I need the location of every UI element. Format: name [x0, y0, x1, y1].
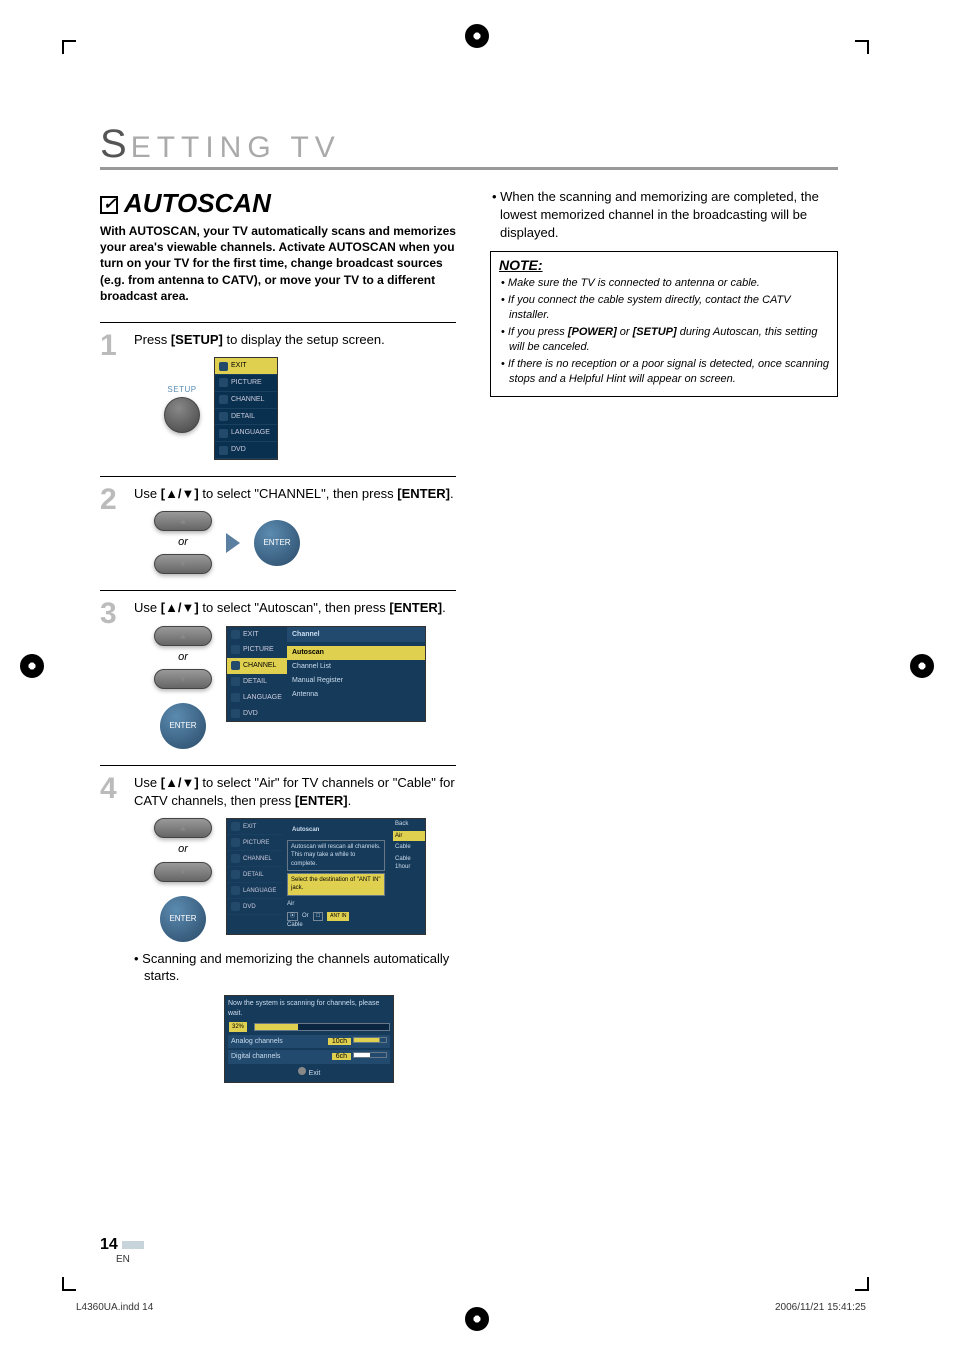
osd-menu-item-channel: CHANNEL	[215, 392, 277, 409]
step-number: 1	[100, 331, 124, 361]
registration-mark	[910, 654, 934, 678]
down-button-icon	[154, 862, 212, 882]
down-button-icon	[154, 669, 212, 689]
setup-label: SETUP	[167, 384, 196, 395]
setup-button-graphic: SETUP	[164, 384, 200, 433]
autoscan-heading: AUTOSCAN	[100, 188, 456, 219]
page-number: 14 EN	[100, 1236, 144, 1265]
step-number: 2	[100, 485, 124, 515]
osd-menu-item-dvd: DVD	[215, 442, 277, 459]
enter-button-icon: ENTER	[160, 703, 206, 749]
osd-item-channel-list: Channel List	[287, 660, 425, 674]
osd-menu-item-language: LANGUAGE	[215, 425, 277, 442]
section-title-initial: S	[100, 122, 133, 167]
osd-channel-menu: EXIT PICTURE CHANNEL DETAIL LANGUAGE DVD…	[226, 626, 426, 723]
osd-autoscan-msg2: Select the destination of "ANT IN" jack.	[287, 873, 385, 896]
registration-mark	[20, 654, 44, 678]
analog-channels-row: Analog channels 10ch	[228, 1035, 390, 1049]
or-label: or	[178, 842, 188, 857]
footer-timestamp: 2006/11/21 15:41:25	[775, 1302, 866, 1313]
step-body: Press [SETUP] to display the setup scree…	[134, 331, 456, 460]
progress-percent: 32%	[229, 1022, 247, 1032]
note-item: If there is no reception or a poor signa…	[509, 357, 829, 387]
enter-button-icon: ENTER	[160, 896, 206, 942]
osd-menu-item-exit: EXIT	[215, 358, 277, 375]
osd-opt-air: Air	[393, 831, 425, 841]
note-item: If you press [POWER] or [SETUP] during A…	[509, 325, 829, 355]
note-item: If you connect the cable system directly…	[509, 293, 829, 323]
osd-item-manual-register: Manual Register	[287, 674, 425, 688]
osd-autoscan-msg1: Autoscan will rescan all channels. This …	[287, 840, 385, 871]
enter-button-icon: ENTER	[254, 520, 300, 566]
down-button-icon	[154, 554, 212, 574]
step-2: 2 Use [▲/▼] to select "CHANNEL", then pr…	[100, 476, 456, 591]
osd-panel-title: Channel	[287, 627, 425, 643]
up-button-icon	[154, 818, 212, 838]
step-4-sub-bullet: • Scanning and memorizing the channels a…	[144, 950, 456, 985]
note-heading: NOTE:	[499, 256, 829, 275]
or-label: or	[178, 650, 188, 665]
osd-opt-cable1h: Cable 1hour	[393, 854, 425, 873]
crop-mark	[62, 40, 76, 54]
osd-progress-panel: Now the system is scanning for channels,…	[224, 995, 394, 1083]
or-label: or	[178, 535, 188, 550]
osd-autoscan-title: Autoscan	[287, 823, 385, 837]
osd-item-antenna: Antenna	[287, 688, 425, 702]
crop-mark	[62, 1277, 76, 1291]
osd-opt-cable: Cable	[393, 842, 425, 852]
setup-button-icon	[164, 397, 200, 433]
osd-item-autoscan: Autoscan	[287, 646, 425, 660]
step-body: Use [▲/▼] to select "CHANNEL", then pres…	[134, 485, 456, 575]
osd-opt-back: Back	[393, 819, 425, 829]
registration-mark	[465, 24, 489, 48]
step-1: 1 Press [SETUP] to display the setup scr…	[100, 322, 456, 476]
digital-channels-row: Digital channels 6ch	[228, 1050, 390, 1064]
section-title-rest: ETTING TV	[131, 131, 341, 165]
progress-bar: 32%	[254, 1023, 390, 1031]
step-3: 3 Use [▲/▼] to select "Autoscan", then p…	[100, 590, 456, 765]
footer-file: L4360UA.indd 14	[76, 1302, 153, 1313]
crop-mark	[855, 40, 869, 54]
note-box: NOTE: Make sure the TV is connected to a…	[490, 251, 838, 398]
step-number: 3	[100, 599, 124, 629]
diagram-cable-label: Cable	[287, 921, 385, 929]
progress-title: Now the system is scanning for channels,…	[228, 999, 390, 1019]
step-number: 4	[100, 774, 124, 804]
note-item: Make sure the TV is connected to antenna…	[509, 276, 829, 291]
step-body: Use [▲/▼] to select "Autoscan", then pre…	[134, 599, 456, 749]
diagram-air-label: Air	[287, 900, 385, 908]
intro-text: With AUTOSCAN, your TV automatically sca…	[100, 223, 456, 304]
step-body: Use [▲/▼] to select "Air" for TV channel…	[134, 774, 456, 1083]
crop-mark	[855, 1277, 869, 1291]
footer-metadata: L4360UA.indd 14 2006/11/21 15:41:25	[76, 1302, 866, 1313]
osd-menu-item-picture: PICTURE	[215, 375, 277, 392]
autoscan-diagram: ⦿ Or ☐ ANT IN	[287, 912, 385, 921]
arrow-right-icon	[226, 533, 240, 553]
osd-menu-item-detail: DETAIL	[215, 409, 277, 426]
osd-autoscan-menu: EXIT PICTURE CHANNEL DETAIL LANGUAGE DVD	[226, 818, 426, 934]
section-title: S ETTING TV	[100, 122, 838, 170]
completion-note: • When the scanning and memorizing are c…	[500, 188, 838, 243]
osd-setup-menu: EXIT PICTURE CHANNEL DETAIL LANGUAGE DVD	[214, 357, 278, 460]
up-button-icon	[154, 626, 212, 646]
autoscan-heading-text: AUTOSCAN	[124, 188, 271, 218]
up-button-icon	[154, 511, 212, 531]
checkbox-icon	[100, 196, 118, 214]
step-4: 4 Use [▲/▼] to select "Air" for TV chann…	[100, 765, 456, 1099]
progress-exit-label: Exit	[309, 1070, 321, 1077]
